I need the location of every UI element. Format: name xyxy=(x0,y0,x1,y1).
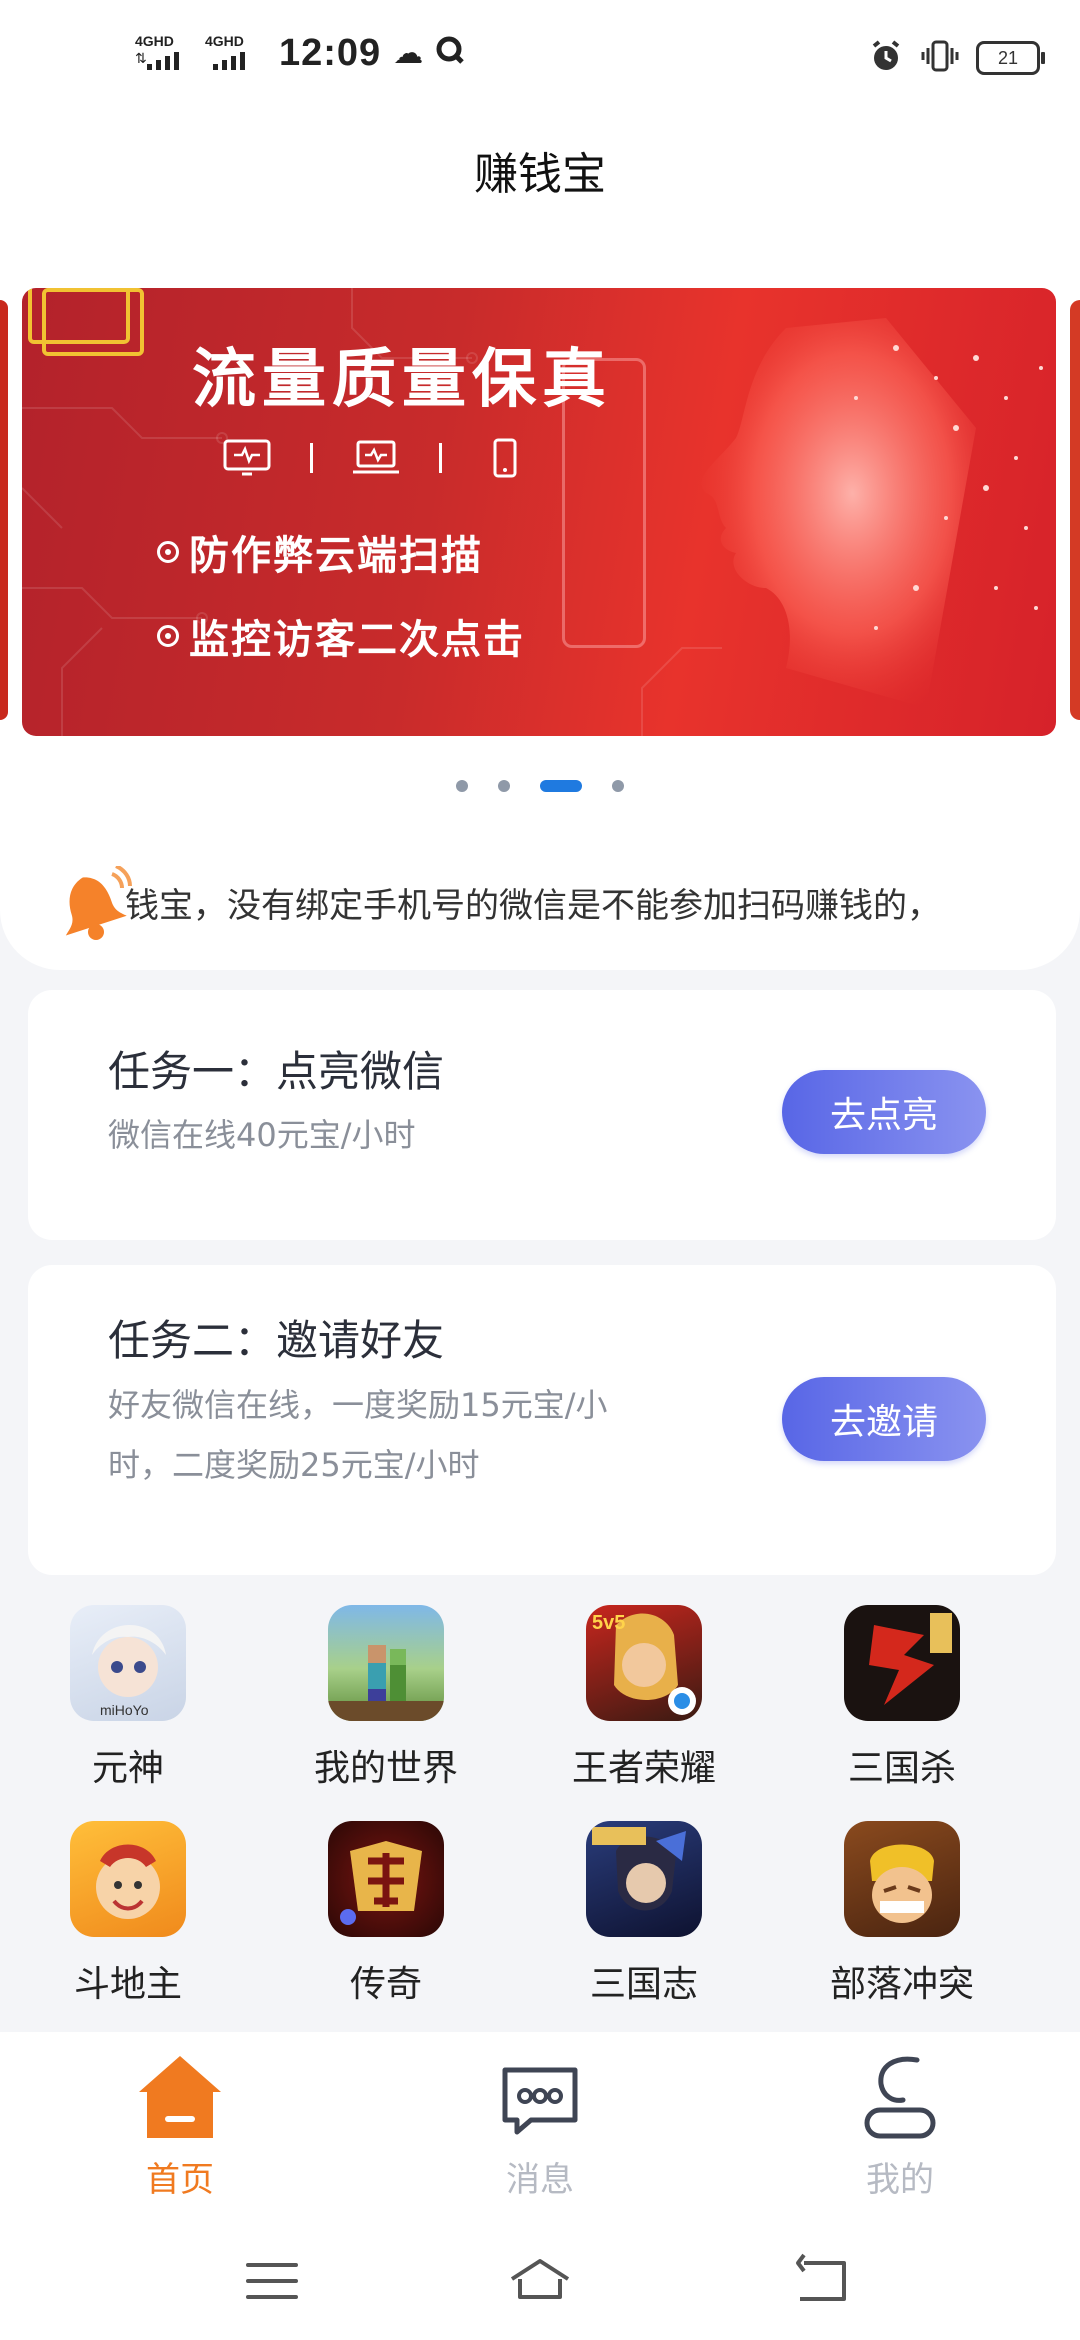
game-item-sanguozhi[interactable]: 三国志 xyxy=(544,1821,744,2007)
promo-banner[interactable]: 流量质量保真 防作弊云端扫描 监控访客二次点击 xyxy=(22,288,1056,736)
game-label: 王者荣耀 xyxy=(571,1748,716,1789)
banner-bullets: 防作弊云端扫描 监控访客二次点击 xyxy=(157,523,525,691)
task-card-2: 任务二：邀请好友 好友微信在线，一度奖励15元宝/小时，二度奖励25元宝/小时 … xyxy=(28,1265,1056,1575)
game-label: 斗地主 xyxy=(73,1964,182,2005)
system-nav-bar xyxy=(0,2227,1080,2340)
alarm-icon xyxy=(868,38,904,78)
game-item-doudizhu[interactable]: 斗地主 xyxy=(28,1821,228,2007)
doudizhu-icon xyxy=(70,1821,186,1937)
digital-face-illustration xyxy=(701,318,1043,708)
game-item-clash-of-clans[interactable]: 部落冲突 xyxy=(802,1821,1002,2007)
nav-item-messages[interactable]: 消息 xyxy=(440,2052,640,2201)
back-icon[interactable] xyxy=(790,2249,854,2313)
invite-button[interactable]: 去邀请 xyxy=(782,1377,986,1461)
menu-icon[interactable] xyxy=(240,2249,304,2313)
notice-bar[interactable]: 钱宝，没有绑定手机号的微信是不能参加扫码赚钱的， xyxy=(0,860,1080,940)
nav-item-profile[interactable]: 我的 xyxy=(800,2052,1000,2201)
banner-headline: 流量质量保真 xyxy=(192,343,612,417)
task-description: 微信在线40元宝/小时 xyxy=(108,1116,416,1154)
profile-icon xyxy=(864,2056,936,2139)
clash-of-clans-icon xyxy=(844,1821,960,1937)
app-notification-icon xyxy=(435,35,465,73)
banner-next-peek[interactable] xyxy=(1070,300,1080,720)
game-item-genshin[interactable]: miHoYo 元神 xyxy=(28,1605,228,1791)
svg-text:miHoYo: miHoYo xyxy=(100,1702,149,1718)
banner-pagination xyxy=(0,780,1080,792)
chuanqi-icon xyxy=(328,1821,444,1937)
sanguozhi-icon xyxy=(586,1821,702,1937)
sanguosha-icon xyxy=(844,1605,960,1721)
game-item-honor-of-kings[interactable]: 5v5 王者荣耀 xyxy=(544,1605,744,1791)
page-title: 赚钱宝 xyxy=(474,149,606,200)
task-title: 任务一：点亮微信 xyxy=(108,1047,445,1096)
banner-bullet: 监控访客二次点击 xyxy=(157,607,525,665)
clock: 12:09 xyxy=(279,32,382,74)
battery-icon: 21 xyxy=(976,41,1045,75)
nav-item-home[interactable]: 首页 xyxy=(80,2052,280,2201)
game-label: 传奇 xyxy=(349,1964,422,2005)
game-label: 三国杀 xyxy=(847,1748,956,1789)
notice-text: 钱宝，没有绑定手机号的微信是不能参加扫码赚钱的， xyxy=(125,886,941,926)
bell-icon xyxy=(65,866,132,940)
system-home-icon[interactable] xyxy=(508,2249,572,2313)
vibrate-icon xyxy=(920,38,960,78)
banner-bullet: 防作弊云端扫描 xyxy=(157,523,525,581)
banner-prev-peek[interactable] xyxy=(0,300,8,720)
nav-label: 我的 xyxy=(866,2160,934,2200)
monitor-icon xyxy=(223,439,271,476)
genshin-icon: miHoYo xyxy=(70,1605,186,1721)
network-type-1: 4GHD xyxy=(135,32,174,49)
task-card-1: 任务一：点亮微信 微信在线40元宝/小时 去点亮 xyxy=(28,990,1056,1240)
svg-text:5v5: 5v5 xyxy=(592,1612,625,1634)
task-description: 好友微信在线，一度奖励15元宝/小时，二度奖励25元宝/小时 xyxy=(108,1386,608,1484)
frame-decoration xyxy=(42,288,144,356)
nav-label: 首页 xyxy=(146,2160,214,2200)
task-title: 任务二：邀请好友 xyxy=(108,1316,445,1365)
pagination-dot[interactable] xyxy=(498,780,510,792)
phone-icon xyxy=(493,438,517,478)
network-type-2: 4GHD xyxy=(205,32,244,49)
device-icons xyxy=(222,438,530,478)
pagination-dot[interactable] xyxy=(612,780,624,792)
bottom-nav: 首页 消息 我的 xyxy=(0,2032,1080,2227)
game-item-minecraft[interactable]: 我的世界 xyxy=(286,1605,486,1791)
message-icon xyxy=(502,2067,578,2135)
pagination-dot[interactable] xyxy=(456,780,468,792)
signal-icon-2: 4GHD xyxy=(205,34,263,74)
signal-icon-1: 4GHD ⇅ xyxy=(135,34,193,74)
home-icon xyxy=(139,2056,221,2138)
status-bar: 4GHD ⇅ 4GHD 12:09 ☁ 21 xyxy=(0,0,1080,120)
game-label: 三国志 xyxy=(589,1964,698,2005)
game-item-chuanqi[interactable]: 传奇 xyxy=(286,1821,486,2007)
game-label: 元神 xyxy=(91,1748,164,1789)
light-up-button[interactable]: 去点亮 xyxy=(782,1070,986,1154)
pagination-dot-active[interactable] xyxy=(540,780,582,792)
cloud-icon: ☁ xyxy=(393,36,424,71)
laptop-icon xyxy=(353,440,399,474)
nav-label: 消息 xyxy=(506,2160,574,2200)
game-label: 部落冲突 xyxy=(829,1964,974,2005)
honor-of-kings-icon: 5v5 xyxy=(586,1605,702,1721)
game-item-sanguosha[interactable]: 三国杀 xyxy=(802,1605,1002,1791)
game-label: 我的世界 xyxy=(313,1748,458,1789)
minecraft-icon xyxy=(328,1605,444,1721)
